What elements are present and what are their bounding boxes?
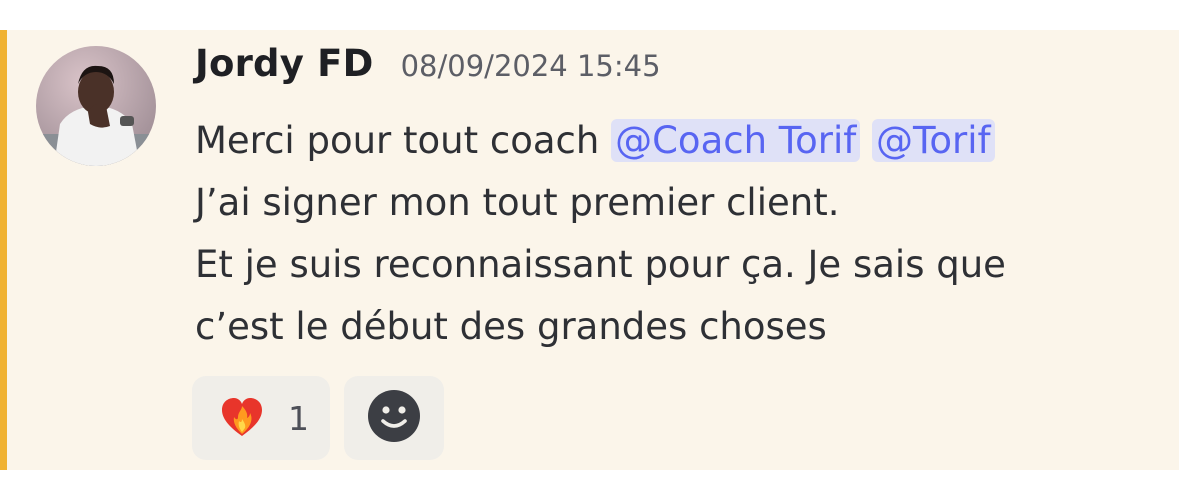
highlight-bar xyxy=(0,30,7,470)
message-text: Merci pour tout coach xyxy=(195,119,612,162)
message-line-4: c’est le début des grandes choses xyxy=(195,305,827,348)
message-line-2: J’ai signer mon tout premier client. xyxy=(195,181,840,224)
mention-coach-torif[interactable]: @Coach Torif xyxy=(611,119,861,162)
chat-message[interactable]: Jordy FD 08/09/2024 15:45 Merci pour tou… xyxy=(0,30,1179,470)
avatar[interactable] xyxy=(36,46,156,166)
reaction-heart-on-fire[interactable]: 1 xyxy=(192,376,330,460)
message-line-1: Merci pour tout coach @Coach Torif @Tori… xyxy=(195,110,1155,172)
message-header: Jordy FD 08/09/2024 15:45 xyxy=(195,42,661,85)
mention-torif[interactable]: @Torif xyxy=(872,119,995,162)
add-reaction-button[interactable] xyxy=(344,376,444,460)
reaction-count: 1 xyxy=(288,398,309,438)
username[interactable]: Jordy FD xyxy=(195,42,374,85)
smiley-icon xyxy=(367,389,421,447)
heart-on-fire-icon xyxy=(218,392,266,444)
reactions-bar: 1 xyxy=(192,376,444,460)
message-line-3: Et je suis reconnaissant pour ça. Je sai… xyxy=(195,243,1006,286)
message-content: Merci pour tout coach @Coach Torif @Tori… xyxy=(195,110,1155,358)
timestamp: 08/09/2024 15:45 xyxy=(400,49,661,83)
